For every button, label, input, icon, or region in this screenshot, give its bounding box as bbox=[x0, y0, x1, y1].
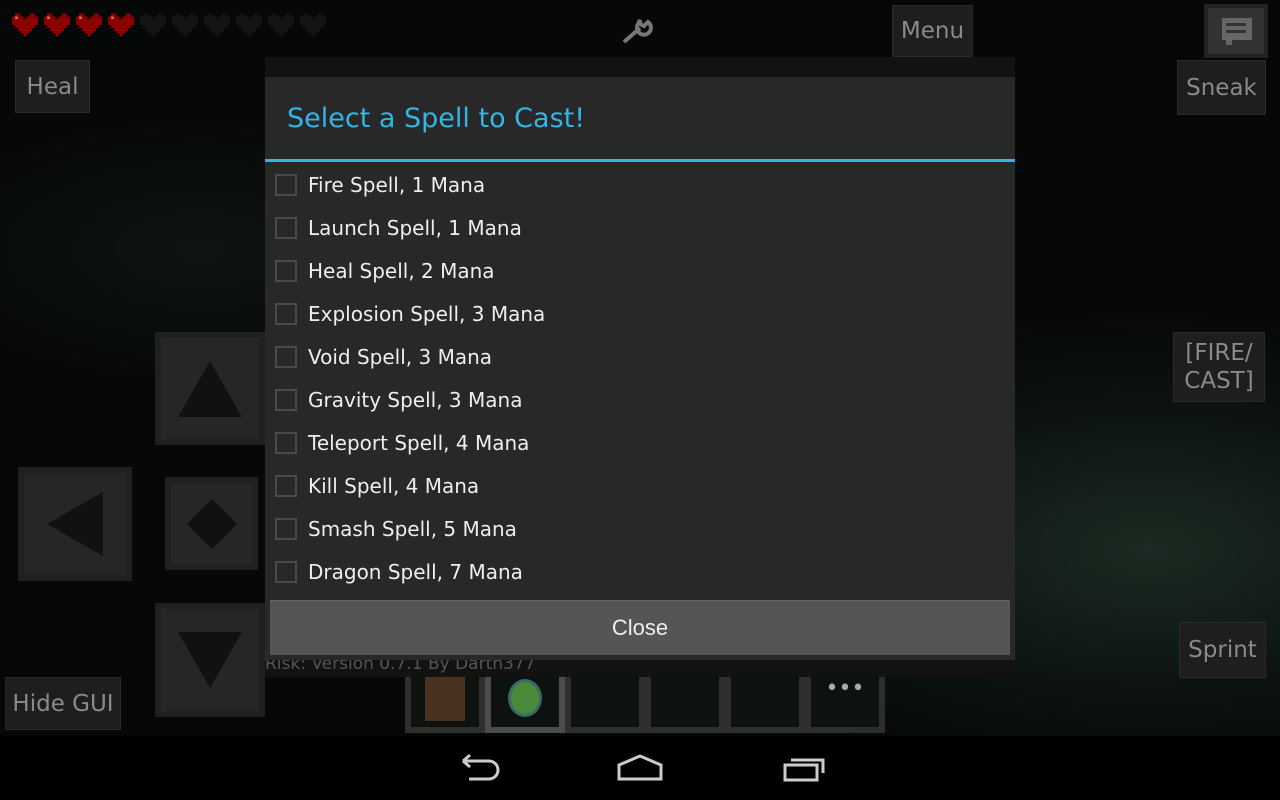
recents-button[interactable] bbox=[772, 748, 832, 788]
dpad-left-button[interactable] bbox=[18, 467, 132, 581]
checkbox[interactable] bbox=[275, 560, 297, 583]
spell-option[interactable]: Explosion Spell, 3 Mana bbox=[265, 292, 1015, 335]
checkbox[interactable] bbox=[275, 431, 297, 454]
spell-option[interactable]: Teleport Spell, 4 Mana bbox=[265, 421, 1015, 464]
spell-label: Teleport Spell, 4 Mana bbox=[308, 430, 530, 455]
heart-empty-icon bbox=[268, 13, 294, 37]
arrow-left-icon bbox=[47, 492, 103, 556]
dirt-block-icon bbox=[425, 677, 465, 721]
close-button[interactable]: Close bbox=[270, 600, 1010, 655]
home-button[interactable] bbox=[610, 748, 670, 788]
checkbox[interactable] bbox=[275, 517, 297, 540]
spell-label: Dragon Spell, 7 Mana bbox=[308, 559, 523, 584]
dpad-down-button[interactable] bbox=[155, 603, 265, 717]
heart-full-icon bbox=[12, 13, 38, 37]
heart-empty-icon bbox=[300, 13, 326, 37]
heal-button[interactable]: Heal bbox=[15, 60, 90, 113]
back-button[interactable] bbox=[448, 748, 508, 788]
chat-button[interactable] bbox=[1204, 4, 1268, 58]
checkbox[interactable] bbox=[275, 302, 297, 325]
hotbar-slot[interactable] bbox=[725, 677, 805, 733]
spell-label: Gravity Spell, 3 Mana bbox=[308, 387, 523, 412]
heart-full-icon bbox=[44, 13, 70, 37]
spell-label: Kill Spell, 4 Mana bbox=[308, 473, 480, 498]
checkbox[interactable] bbox=[275, 216, 297, 239]
fire-cast-button[interactable]: [FIRE/ CAST] bbox=[1173, 332, 1265, 402]
spell-option[interactable]: Launch Spell, 1 Mana bbox=[265, 206, 1015, 249]
health-bar bbox=[12, 12, 326, 38]
spell-option[interactable]: Smash Spell, 5 Mana bbox=[265, 507, 1015, 550]
ender-eye-icon bbox=[508, 679, 542, 717]
android-nav-bar bbox=[0, 736, 1280, 800]
spell-label: Explosion Spell, 3 Mana bbox=[308, 301, 546, 326]
recents-icon bbox=[783, 758, 825, 782]
spell-option[interactable]: Kill Spell, 4 Mana bbox=[265, 464, 1015, 507]
wrench-icon[interactable] bbox=[620, 16, 660, 46]
spell-option[interactable]: Fire Spell, 1 Mana bbox=[265, 163, 1015, 206]
heart-full-icon bbox=[108, 13, 134, 37]
spell-label: Launch Spell, 1 Mana bbox=[308, 215, 522, 240]
checkbox[interactable] bbox=[275, 345, 297, 368]
spell-option[interactable]: Void Spell, 3 Mana bbox=[265, 335, 1015, 378]
checkbox[interactable] bbox=[275, 474, 297, 497]
hotbar-slot[interactable] bbox=[485, 677, 565, 733]
spell-option[interactable]: Heal Spell, 2 Mana bbox=[265, 249, 1015, 292]
spell-dialog: Select a Spell to Cast! Fire Spell, 1 Ma… bbox=[265, 77, 1015, 660]
diamond-icon bbox=[186, 498, 237, 549]
sprint-button[interactable]: Sprint bbox=[1179, 622, 1266, 678]
hotbar: ••• bbox=[405, 677, 885, 733]
dialog-title: Select a Spell to Cast! bbox=[265, 77, 1015, 162]
sneak-button[interactable]: Sneak bbox=[1177, 60, 1266, 115]
menu-button[interactable]: Menu bbox=[892, 5, 973, 57]
home-icon bbox=[617, 754, 663, 781]
more-dots-icon: ••• bbox=[825, 676, 865, 701]
checkbox[interactable] bbox=[275, 388, 297, 411]
spell-option[interactable]: Dragon Spell, 7 Mana bbox=[265, 550, 1015, 593]
chat-icon bbox=[1222, 18, 1252, 45]
spell-label: Void Spell, 3 Mana bbox=[308, 344, 493, 369]
heart-empty-icon bbox=[140, 13, 166, 37]
dpad-up-button[interactable] bbox=[155, 332, 265, 445]
dpad-jump-button[interactable] bbox=[165, 477, 258, 570]
spell-list: Fire Spell, 1 Mana Launch Spell, 1 Mana He… bbox=[265, 162, 1015, 593]
back-icon bbox=[462, 753, 500, 781]
hotbar-slot[interactable] bbox=[565, 677, 645, 733]
hotbar-slot[interactable] bbox=[645, 677, 725, 733]
hotbar-slot[interactable]: ••• bbox=[805, 677, 885, 733]
spell-option[interactable]: Gravity Spell, 3 Mana bbox=[265, 378, 1015, 421]
checkbox[interactable] bbox=[275, 259, 297, 282]
spell-label: Fire Spell, 1 Mana bbox=[308, 172, 486, 197]
spell-label: Smash Spell, 5 Mana bbox=[308, 516, 517, 541]
heart-empty-icon bbox=[236, 13, 262, 37]
heart-full-icon bbox=[76, 13, 102, 37]
spell-label: Heal Spell, 2 Mana bbox=[308, 258, 495, 283]
heart-empty-icon bbox=[204, 13, 230, 37]
hide-gui-button[interactable]: Hide GUI bbox=[5, 677, 121, 730]
checkbox[interactable] bbox=[275, 173, 297, 196]
arrow-up-icon bbox=[178, 360, 242, 417]
hotbar-slot[interactable] bbox=[405, 677, 485, 733]
heart-empty-icon bbox=[172, 13, 198, 37]
arrow-down-icon bbox=[178, 632, 242, 688]
